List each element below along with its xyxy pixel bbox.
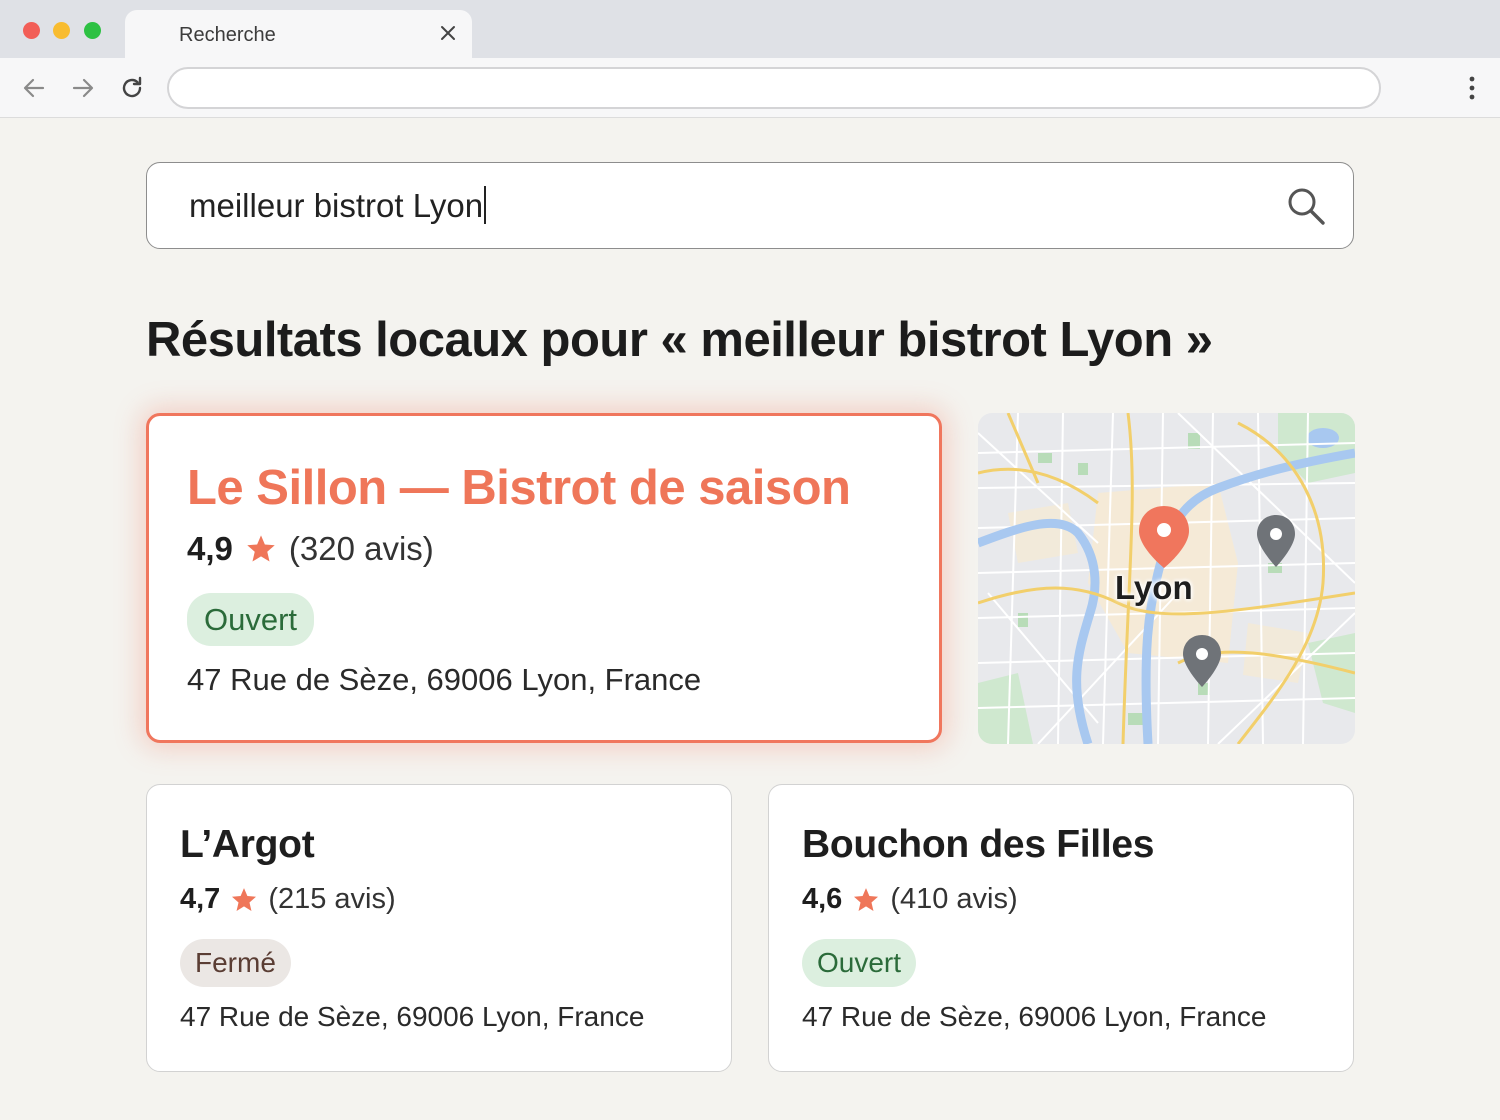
review-count: (410 avis) [890,883,1018,915]
window-close-button[interactable] [23,22,40,39]
star-icon [247,535,275,562]
rating-value: 4,6 [802,883,843,915]
rating-row: 4,6 (410 avis) [802,883,1018,916]
star-icon [854,887,879,911]
kebab-menu-icon[interactable] [1466,75,1478,101]
back-arrow-icon[interactable] [21,75,47,101]
window-maximize-button[interactable] [84,22,101,39]
result-card[interactable]: L’Argot 4,7 (215 avis) Fermé 47 Rue de S… [146,784,732,1072]
result-card[interactable]: Bouchon des Filles 4,6 (410 avis) Ouvert… [768,784,1354,1072]
address-text: 47 Rue de Sèze, 69006 Lyon, France [802,1001,1267,1032]
results-heading: Résultats locaux pour « meilleur bistrot… [146,313,1213,367]
text-caret [484,186,487,224]
star-icon [232,887,257,911]
address-bar[interactable] [167,67,1381,109]
rating-value: 4,9 [187,530,233,567]
status-badge: Ouvert [187,593,315,646]
result-title[interactable]: Bouchon des Filles [802,823,1154,867]
forward-arrow-icon[interactable] [70,75,96,101]
rating-row: 4,7 (215 avis) [180,883,396,916]
rating-value: 4,7 [180,883,221,915]
close-icon[interactable] [438,23,458,43]
tab-title: Recherche [179,24,276,46]
window-minimize-button[interactable] [53,22,70,39]
address-text: 47 Rue de Sèze, 69006 Lyon, France [187,662,702,697]
search-icon[interactable] [1285,185,1327,227]
search-query-text[interactable]: meilleur bistrot Lyon [189,186,487,225]
status-badge: Ouvert [802,939,917,987]
review-count: (320 avis) [288,530,434,567]
browser-toolbar [0,58,1500,118]
rating-row: 4,9 (320 avis) [187,530,434,568]
search-input[interactable]: meilleur bistrot Lyon [146,162,1354,249]
featured-result-card[interactable]: Le Sillon — Bistrot de saison 4,9 (320 a… [146,413,942,743]
reload-icon[interactable] [119,75,145,101]
browser-tabstrip: Recherche [0,0,1500,60]
result-title[interactable]: L’Argot [180,823,315,867]
map-preview[interactable]: Lyon [978,413,1355,744]
status-badge: Fermé [180,939,291,987]
browser-tab[interactable]: Recherche [125,10,472,60]
review-count: (215 avis) [268,883,396,915]
address-text: 47 Rue de Sèze, 69006 Lyon, France [180,1001,645,1032]
map-city-label: Lyon [1115,569,1193,606]
result-title[interactable]: Le Sillon — Bistrot de saison [187,460,851,516]
